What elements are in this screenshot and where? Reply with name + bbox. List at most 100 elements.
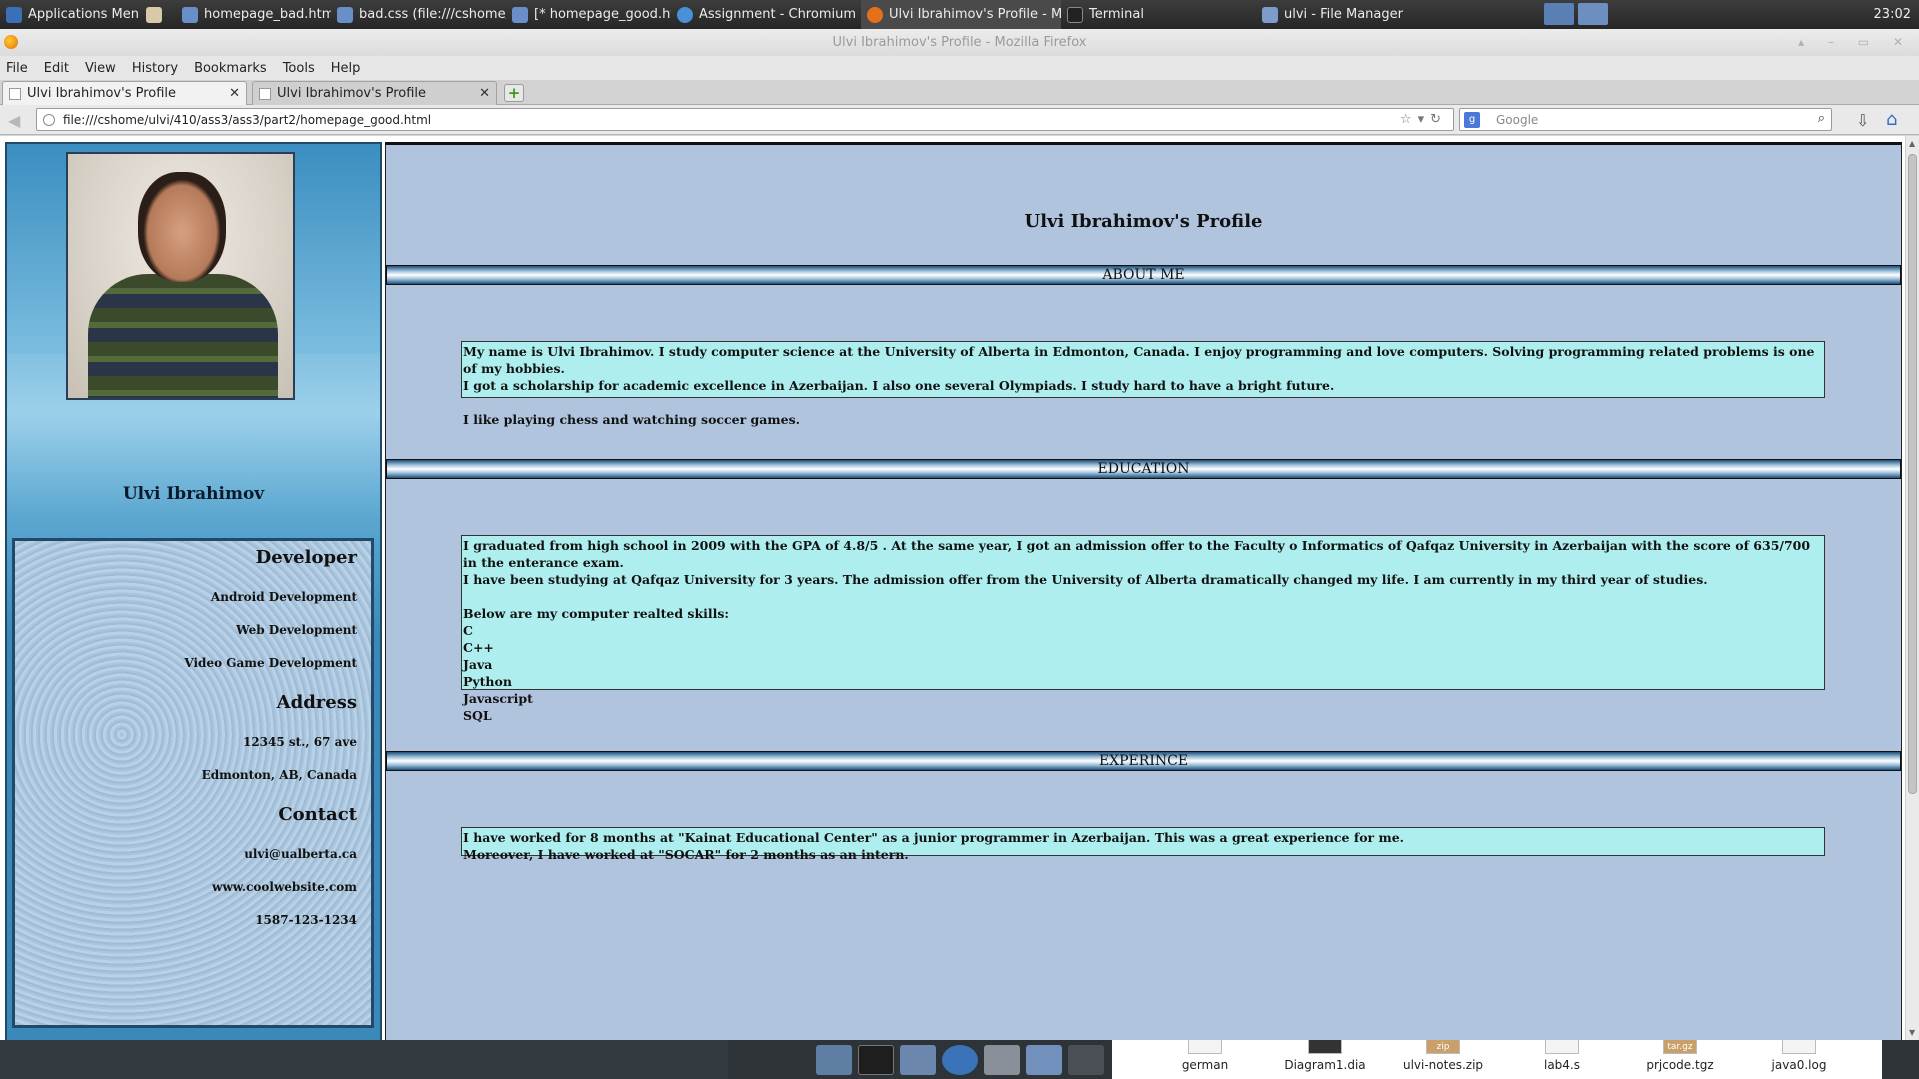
file-icon bbox=[1308, 1040, 1342, 1054]
scroll-up-icon[interactable]: ▲ bbox=[1909, 139, 1915, 148]
applications-menu-label: Applications Menu bbox=[28, 7, 140, 22]
skill-item: Web Development bbox=[236, 623, 357, 637]
archive-icon: tar.gz bbox=[1663, 1040, 1697, 1054]
new-tab-button[interactable]: + bbox=[504, 84, 524, 102]
skill-item: Android Development bbox=[210, 590, 357, 604]
navigation-toolbar: ◀ file:///cshome/ulvi/410/ass3/ass3/part… bbox=[0, 105, 1919, 135]
applications-menu-button[interactable]: Applications Menu bbox=[0, 0, 140, 29]
terminal-launcher-icon[interactable] bbox=[858, 1044, 894, 1075]
menu-edit[interactable]: Edit bbox=[44, 61, 69, 76]
desktop-file[interactable]: tar.gz prjcode.tgz bbox=[1625, 1040, 1735, 1072]
tab-profile-1[interactable]: Ulvi Ibrahimov's Profile ✕ bbox=[2, 81, 247, 105]
download-icon[interactable]: ⇩ bbox=[1856, 111, 1869, 130]
desktop-file[interactable]: Diagram1.dia bbox=[1270, 1040, 1380, 1072]
url-bar[interactable]: file:///cshome/ulvi/410/ass3/ass3/part2/… bbox=[36, 108, 1454, 131]
task-file-manager[interactable]: ulvi - File Manager bbox=[1256, 0, 1436, 29]
window-controls[interactable]: ▴ – ▭ ✕ bbox=[1798, 29, 1913, 56]
search-placeholder: Google bbox=[1496, 112, 1539, 127]
lock-screen-icon[interactable] bbox=[1068, 1044, 1104, 1075]
tab-label: Ulvi Ibrahimov's Profile bbox=[277, 86, 427, 101]
desktop-file[interactable]: lab4.s bbox=[1507, 1040, 1617, 1072]
launcher-dock bbox=[812, 1040, 1112, 1079]
tab-profile-2[interactable]: Ulvi Ibrahimov's Profile ✕ bbox=[252, 81, 497, 105]
file-manager-launcher-icon[interactable] bbox=[900, 1044, 936, 1075]
scroll-down-icon[interactable]: ▼ bbox=[1909, 1028, 1915, 1037]
about-text-box: My name is Ulvi Ibrahimov. I study compu… bbox=[461, 341, 1825, 427]
bottom-panel: german Diagram1.dia zip ulvi-notes.zip l… bbox=[0, 1040, 1919, 1079]
contact-phone: 1587-123-1234 bbox=[255, 913, 357, 927]
page-icon bbox=[9, 87, 21, 100]
search-icon[interactable]: ⌕ bbox=[1818, 111, 1825, 126]
task-chromium[interactable]: Assignment - Chromium bbox=[671, 0, 861, 29]
scrollbar-thumb[interactable] bbox=[1908, 154, 1917, 794]
zip-icon: zip bbox=[1426, 1040, 1460, 1054]
close-tab-icon[interactable]: ✕ bbox=[229, 86, 240, 101]
url-text: file:///cshome/ulvi/410/ass3/ass3/part2/… bbox=[63, 112, 432, 127]
profile-name: Ulvi Ibrahimov bbox=[122, 484, 265, 504]
globe-icon bbox=[43, 113, 55, 126]
system-user-icon[interactable] bbox=[140, 0, 176, 29]
task-terminal[interactable]: Terminal bbox=[1061, 0, 1256, 29]
menu-file[interactable]: File bbox=[6, 61, 28, 76]
file-icon bbox=[1188, 1040, 1222, 1054]
window-title: Ulvi Ibrahimov's Profile - Mozilla Firef… bbox=[832, 35, 1087, 50]
bookmark-star-icon[interactable]: ☆▾↻ bbox=[1400, 112, 1447, 127]
google-engine-icon[interactable]: g bbox=[1464, 111, 1480, 128]
task-label: Assignment - Chromium bbox=[699, 7, 857, 22]
page-scrollbar[interactable]: ▲ ▼ bbox=[1905, 136, 1919, 1040]
file-name: java0.log bbox=[1771, 1058, 1827, 1072]
home-icon[interactable]: ⌂ bbox=[1886, 109, 1910, 131]
editor-icon bbox=[337, 6, 353, 23]
menu-view[interactable]: View bbox=[85, 61, 116, 76]
search-bar[interactable]: g Google ⌕ bbox=[1459, 108, 1832, 131]
clock: 23:02 bbox=[1873, 7, 1911, 22]
file-name: Diagram1.dia bbox=[1284, 1058, 1366, 1072]
task-firefox[interactable]: Ulvi Ibrahimov's Profile - M... bbox=[861, 0, 1061, 29]
address-line: Edmonton, AB, Canada bbox=[201, 768, 357, 782]
firefox-tray-icon[interactable] bbox=[1544, 3, 1574, 25]
desktop-files: german Diagram1.dia zip ulvi-notes.zip l… bbox=[1112, 1040, 1882, 1079]
photo-head bbox=[138, 172, 226, 282]
task-label: Terminal bbox=[1089, 7, 1144, 22]
task-label: ulvi - File Manager bbox=[1284, 7, 1403, 22]
skill-item: Video Game Development bbox=[184, 656, 357, 670]
back-arrow-icon[interactable]: ◀ bbox=[8, 111, 20, 130]
task-bad-css[interactable]: bad.css (file:///cshome/ulv... bbox=[331, 0, 506, 29]
web-browser-launcher-icon[interactable] bbox=[942, 1044, 978, 1075]
menu-bookmarks[interactable]: Bookmarks bbox=[194, 61, 267, 76]
file-name: german bbox=[1181, 1058, 1229, 1072]
desktop-file[interactable]: german bbox=[1150, 1040, 1260, 1072]
tab-bar: Ulvi Ibrahimov's Profile ✕ Ulvi Ibrahimo… bbox=[0, 80, 1919, 105]
section-header-education: EDUCATION bbox=[386, 459, 1901, 479]
show-desktop-icon[interactable] bbox=[816, 1044, 852, 1075]
photo-body bbox=[88, 274, 278, 398]
menu-history[interactable]: History bbox=[132, 61, 178, 76]
sidebar-info-box: Developer Android Development Web Develo… bbox=[12, 538, 374, 1028]
user-icon bbox=[146, 6, 162, 23]
chromium-icon bbox=[677, 6, 693, 23]
contact-website: www.coolwebsite.com bbox=[212, 880, 357, 894]
task-label: bad.css (file:///cshome/ulv... bbox=[359, 7, 506, 22]
workspace-icon[interactable] bbox=[1578, 3, 1608, 25]
education-text-box: I graduated from high school in 2009 wit… bbox=[461, 535, 1825, 723]
page-icon bbox=[259, 87, 271, 100]
profile-photo bbox=[66, 152, 295, 400]
tab-label: Ulvi Ibrahimov's Profile bbox=[27, 86, 177, 101]
page-viewport: Ulvi Ibrahimov Developer Android Develop… bbox=[0, 136, 1905, 1040]
close-tab-icon[interactable]: ✕ bbox=[479, 86, 490, 101]
bottom-panel-empty bbox=[0, 1040, 728, 1079]
contact-heading: Contact bbox=[278, 804, 357, 825]
task-homepage-good[interactable]: [* homepage_good.html (... bbox=[506, 0, 671, 29]
menu-help[interactable]: Help bbox=[331, 61, 361, 76]
contact-email: ulvi@ualberta.ca bbox=[244, 847, 357, 861]
page-title: Ulvi Ibrahimov's Profile bbox=[1024, 211, 1263, 232]
terminal-icon bbox=[1067, 6, 1083, 23]
desktop-file[interactable]: zip ulvi-notes.zip bbox=[1388, 1040, 1498, 1072]
folder-launcher-icon[interactable] bbox=[1026, 1044, 1062, 1075]
menu-tools[interactable]: Tools bbox=[283, 61, 315, 76]
search-launcher-icon[interactable] bbox=[984, 1044, 1020, 1075]
desktop-file[interactable]: java0.log bbox=[1744, 1040, 1854, 1072]
editor-icon bbox=[512, 6, 528, 23]
profile-sidebar: Ulvi Ibrahimov Developer Android Develop… bbox=[5, 142, 382, 1040]
task-homepage-bad[interactable]: homepage_bad.html (file:... bbox=[176, 0, 331, 29]
